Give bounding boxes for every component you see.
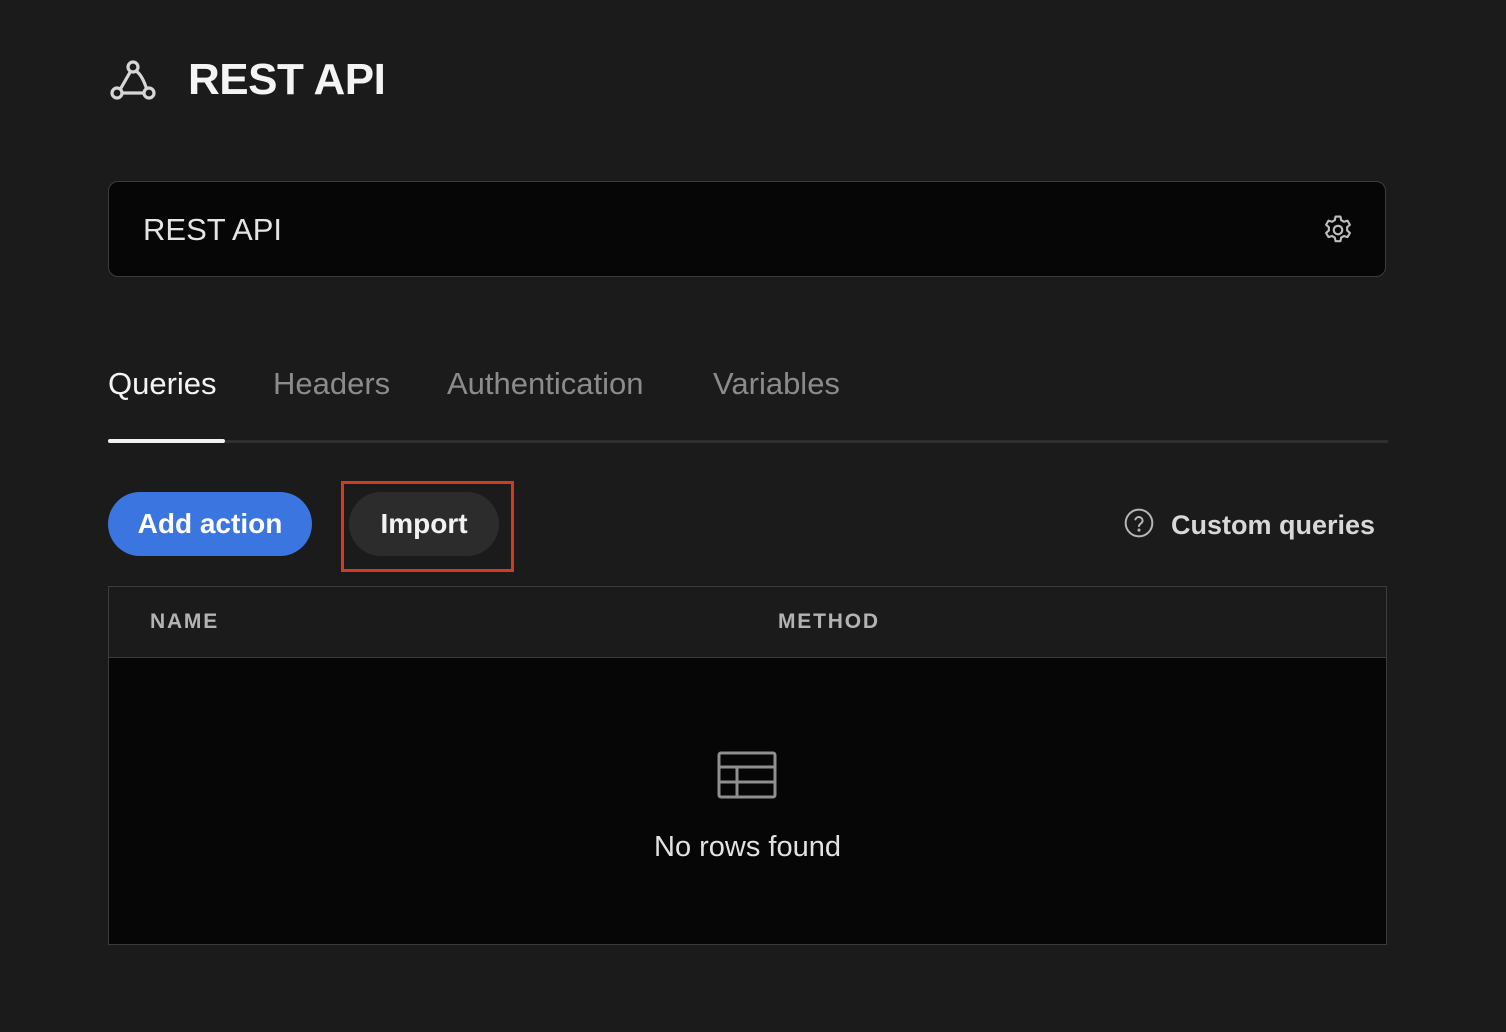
empty-state-text: No rows found [654,831,841,863]
tab-divider [108,440,1388,443]
gear-icon[interactable] [1321,213,1355,247]
tab-bar: Queries Headers Authentication Variables [108,360,1388,444]
custom-queries-label: Custom queries [1171,510,1376,540]
api-name-value[interactable]: REST API [143,212,282,248]
api-name-field[interactable]: REST API [108,181,1386,277]
queries-table: NAME METHOD No rows found [108,586,1387,945]
column-header-method[interactable]: METHOD [778,610,880,634]
webhook-icon [108,55,158,105]
table-icon [717,751,777,799]
import-button[interactable]: Import [349,492,499,556]
add-action-button[interactable]: Add action [108,492,312,556]
tab-headers[interactable]: Headers [273,366,390,402]
page-header: REST API [108,55,386,105]
active-tab-indicator [108,439,225,443]
question-circle-icon [1123,507,1155,544]
tab-queries[interactable]: Queries [108,366,217,402]
tab-variables[interactable]: Variables [713,366,840,402]
column-header-name[interactable]: NAME [150,610,219,634]
custom-queries-link[interactable]: Custom queries [1123,507,1375,544]
page-title: REST API [188,55,386,104]
table-header: NAME METHOD [109,587,1386,658]
tab-authentication[interactable]: Authentication [447,366,643,402]
